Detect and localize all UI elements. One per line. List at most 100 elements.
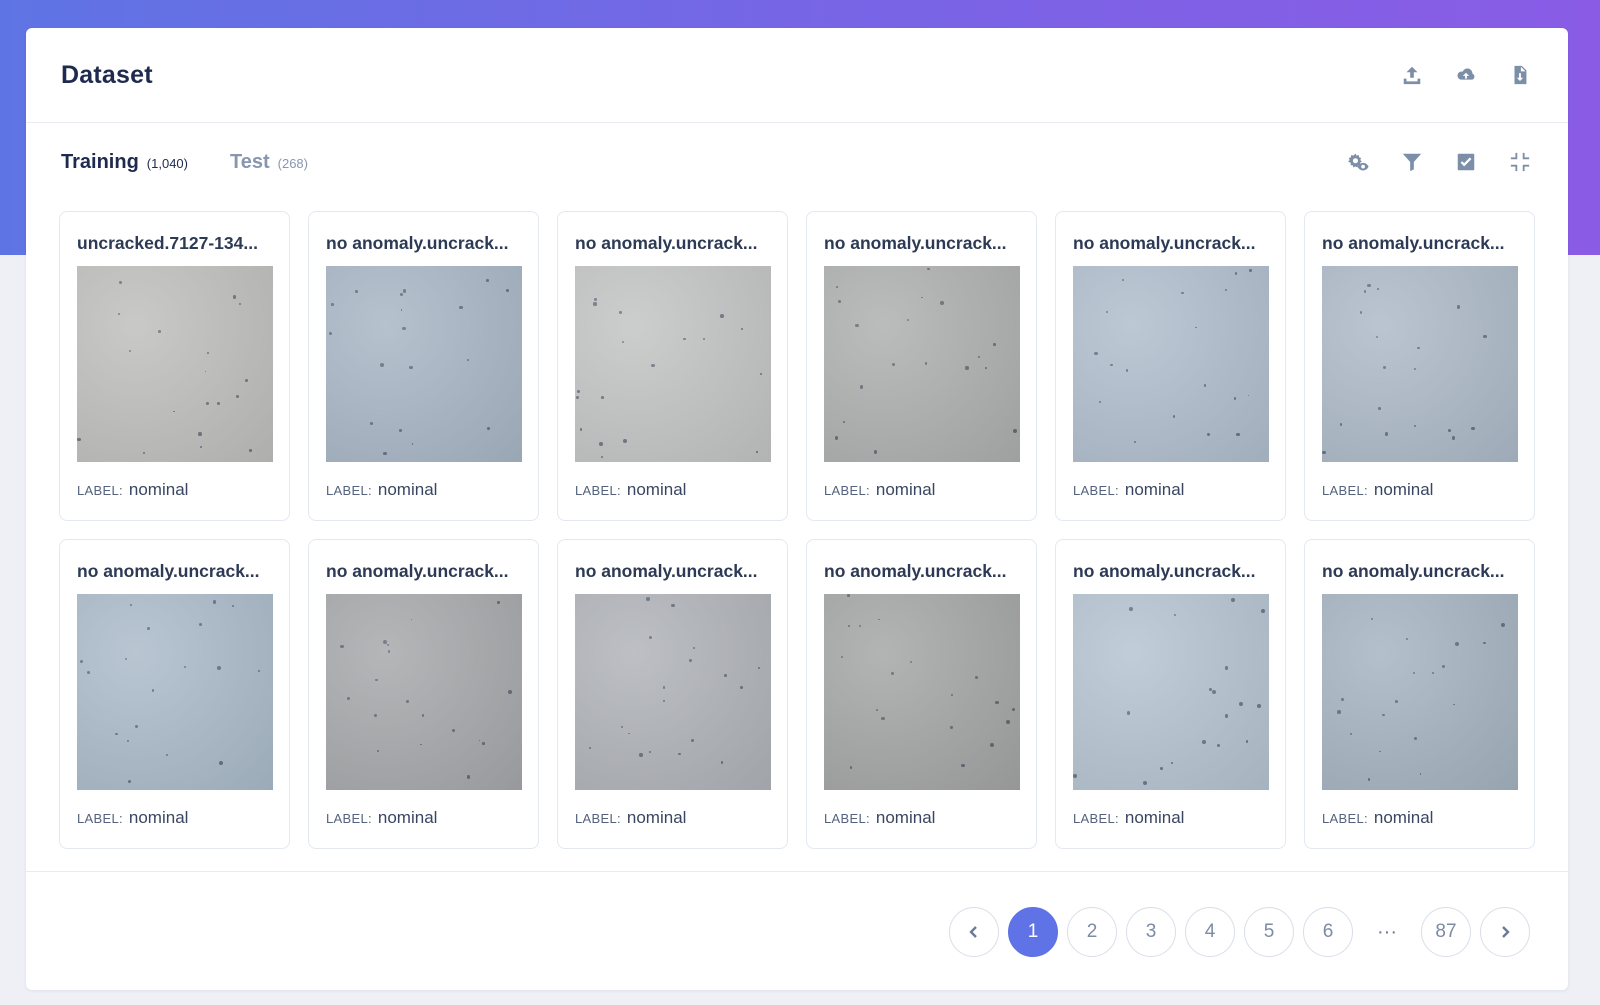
sample-tile[interactable]: uncracked.7127-134... LABEL: nominal	[59, 211, 290, 521]
sample-tile[interactable]: no anomaly.uncrack... LABEL: nominal	[1304, 211, 1535, 521]
label-key: LABEL:	[824, 483, 870, 498]
page-title: Dataset	[61, 60, 153, 89]
chevron-right-icon	[1502, 926, 1510, 938]
sample-image	[326, 266, 522, 462]
dataset-tabs: Training (1,040) Test (268)	[61, 151, 308, 174]
label-value: nominal	[626, 808, 687, 827]
tab-count: (268)	[277, 155, 308, 171]
label-value: nominal	[1373, 480, 1434, 499]
label-key: LABEL:	[1322, 811, 1368, 826]
label-key: LABEL:	[1073, 811, 1119, 826]
sample-label: LABEL: nominal	[575, 480, 770, 500]
sample-name: no anomaly.uncrack...	[1073, 561, 1256, 581]
tabs-row: Training (1,040) Test (268)	[26, 123, 1568, 201]
sample-label: LABEL: nominal	[1322, 480, 1517, 500]
sample-tile[interactable]: no anomaly.uncrack... LABEL: nominal	[557, 539, 788, 849]
sample-grid: uncracked.7127-134... LABEL: nominal no ano…	[59, 211, 1535, 849]
sample-image	[824, 266, 1020, 462]
sample-image	[1073, 266, 1269, 462]
sample-label: LABEL: nominal	[575, 808, 770, 828]
cloud-upload-icon[interactable]	[1454, 63, 1478, 87]
sample-label: LABEL: nominal	[77, 808, 272, 828]
tab-label: Training	[61, 150, 139, 173]
tab-count: (1,040)	[146, 155, 188, 171]
sample-tile[interactable]: no anomaly.uncrack... LABEL: nominal	[557, 211, 788, 521]
select-checkbox-icon[interactable]	[1454, 150, 1478, 174]
label-key: LABEL:	[77, 811, 123, 826]
tab-test[interactable]: Test (268)	[230, 151, 308, 174]
next-page-button[interactable]	[1480, 907, 1530, 957]
sample-label: LABEL: nominal	[326, 480, 521, 500]
label-key: LABEL:	[1322, 483, 1368, 498]
sample-tile[interactable]: no anomaly.uncrack... LABEL: nominal	[308, 211, 539, 521]
sample-name: no anomaly.uncrack...	[575, 233, 758, 253]
sample-name: no anomaly.uncrack...	[1322, 233, 1505, 253]
page-button-4[interactable]: 4	[1185, 907, 1235, 957]
sample-name: no anomaly.uncrack...	[824, 233, 1007, 253]
tab-label: Test	[230, 150, 270, 173]
sample-image	[1073, 594, 1269, 790]
filter-icon[interactable]	[1400, 150, 1424, 174]
tool-actions	[1346, 150, 1532, 174]
sample-label: LABEL: nominal	[1073, 480, 1268, 500]
sample-name: no anomaly.uncrack...	[77, 561, 260, 581]
page-button-5[interactable]: 5	[1244, 907, 1294, 957]
sample-label: LABEL: nominal	[77, 480, 272, 500]
sample-tile[interactable]: no anomaly.uncrack... LABEL: nominal	[1055, 211, 1286, 521]
label-value: nominal	[875, 808, 936, 827]
page-button-last[interactable]: 87	[1421, 907, 1471, 957]
sample-image	[1322, 594, 1518, 790]
sample-image	[575, 266, 771, 462]
header-actions	[1400, 63, 1532, 87]
previous-page-button[interactable]	[949, 907, 999, 957]
collapse-icon[interactable]	[1508, 150, 1532, 174]
sample-label: LABEL: nominal	[824, 808, 1019, 828]
view-settings-icon[interactable]	[1346, 150, 1370, 174]
label-value: nominal	[377, 808, 438, 827]
pagination: 1 2 3 4 5 6 ··· 87	[949, 907, 1530, 957]
sample-name: no anomaly.uncrack...	[575, 561, 758, 581]
sample-tile[interactable]: no anomaly.uncrack... LABEL: nominal	[806, 211, 1037, 521]
sample-tile[interactable]: no anomaly.uncrack... LABEL: nominal	[308, 539, 539, 849]
label-key: LABEL:	[326, 483, 372, 498]
sample-label: LABEL: nominal	[1322, 808, 1517, 828]
sample-tile[interactable]: no anomaly.uncrack... LABEL: nominal	[1304, 539, 1535, 849]
download-file-icon[interactable]	[1508, 63, 1532, 87]
sample-tile[interactable]: no anomaly.uncrack... LABEL: nominal	[1055, 539, 1286, 849]
sample-name: uncracked.7127-134...	[77, 233, 258, 253]
label-value: nominal	[1373, 808, 1434, 827]
label-key: LABEL:	[326, 811, 372, 826]
sample-image	[77, 266, 273, 462]
sample-name: no anomaly.uncrack...	[326, 561, 509, 581]
label-value: nominal	[128, 808, 189, 827]
tab-training[interactable]: Training (1,040)	[61, 151, 188, 174]
label-value: nominal	[875, 480, 936, 499]
sample-label: LABEL: nominal	[824, 480, 1019, 500]
page-button-6[interactable]: 6	[1303, 907, 1353, 957]
dataset-card: Dataset Training (1,040) Test (268) uncr…	[26, 28, 1568, 990]
upload-icon[interactable]	[1400, 63, 1424, 87]
sample-name: no anomaly.uncrack...	[1073, 233, 1256, 253]
sample-tile[interactable]: no anomaly.uncrack... LABEL: nominal	[59, 539, 290, 849]
sample-name: no anomaly.uncrack...	[1322, 561, 1505, 581]
sample-image	[824, 594, 1020, 790]
label-value: nominal	[626, 480, 687, 499]
label-value: nominal	[1124, 480, 1185, 499]
sample-label: LABEL: nominal	[326, 808, 521, 828]
divider	[26, 871, 1568, 872]
page-button-3[interactable]: 3	[1126, 907, 1176, 957]
label-key: LABEL:	[1073, 483, 1119, 498]
page-button-1[interactable]: 1	[1008, 907, 1058, 957]
chevron-left-icon	[969, 926, 977, 938]
sample-tile[interactable]: no anomaly.uncrack... LABEL: nominal	[806, 539, 1037, 849]
sample-name: no anomaly.uncrack...	[824, 561, 1007, 581]
sample-image	[77, 594, 273, 790]
label-key: LABEL:	[77, 483, 123, 498]
label-value: nominal	[377, 480, 438, 499]
page-button-2[interactable]: 2	[1067, 907, 1117, 957]
sample-image	[1322, 266, 1518, 462]
label-value: nominal	[1124, 808, 1185, 827]
label-key: LABEL:	[575, 811, 621, 826]
pagination-ellipsis: ···	[1362, 907, 1412, 957]
label-key: LABEL:	[824, 811, 870, 826]
